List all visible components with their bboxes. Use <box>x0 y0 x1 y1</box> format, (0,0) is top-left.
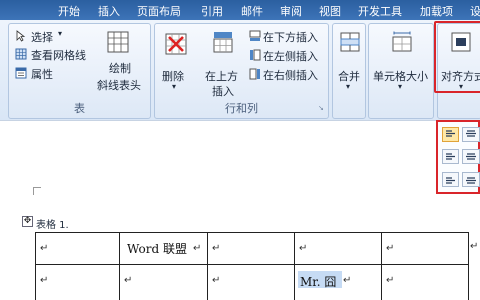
properties-icon <box>15 67 27 79</box>
ribbon: 选择 ▾ 查看网格线 属性 绘制 斜线表头 表 删除 ▾ 在上方 插入 在下方插… <box>0 20 480 120</box>
insert-above-button-line2[interactable]: 插入 <box>212 83 234 99</box>
alignment-dropdown <box>436 120 480 194</box>
table-cell[interactable]: ↵ <box>294 232 382 265</box>
chevron-down-icon: ▾ <box>172 82 177 91</box>
tab-add-ins[interactable]: 加载项 <box>420 3 453 19</box>
table-group: 选择 ▾ 查看网格线 属性 绘制 斜线表头 表 <box>8 23 151 119</box>
align-top-center-button[interactable] <box>462 127 480 142</box>
ribbon-tab-bar: 开始 插入 页面布局 引用 邮件 审阅 视图 开发工具 加载项 设 <box>0 0 480 20</box>
delete-table-icon <box>165 33 187 55</box>
align-middle-left-icon <box>446 153 455 160</box>
select-arrow-icon <box>16 30 26 42</box>
tab-references[interactable]: 引用 <box>201 3 223 19</box>
tab-developer[interactable]: 开发工具 <box>358 3 402 19</box>
table-caption: 表格 1. <box>36 220 69 231</box>
table-cell[interactable]: ↵ <box>35 264 120 300</box>
align-bottom-left-button[interactable] <box>442 172 459 187</box>
table-cell[interactable]: Mr. 囧 ↵ <box>294 264 382 300</box>
table-group-title: 表 <box>74 102 85 115</box>
align-bottom-center-button[interactable] <box>462 172 480 187</box>
table-cell[interactable]: ↵ <box>207 232 295 265</box>
table-cell[interactable]: ↵ <box>119 264 208 300</box>
rows-columns-group: 删除 ▾ 在上方 插入 在下方插入 在左侧插入 在右侧插入 行和列 ↘ <box>154 23 329 119</box>
margin-corner-mark <box>33 187 41 195</box>
table-cell[interactable]: ↵ <box>207 264 295 300</box>
merge-group: 合并 ▾ <box>332 23 366 119</box>
align-bottom-left-icon <box>446 177 455 184</box>
insert-left-icon <box>250 49 261 61</box>
tab-home[interactable]: 开始 <box>58 3 80 19</box>
align-bottom-center-icon <box>466 177 476 184</box>
alignment-highlight <box>434 21 480 93</box>
insert-right-icon <box>249 68 260 80</box>
draw-table-icon <box>107 31 129 53</box>
draw-diagonal-header-button-line2[interactable]: 斜线表头 <box>97 77 141 93</box>
align-top-left-button[interactable] <box>442 127 459 142</box>
table-cell[interactable]: ↵ <box>35 232 120 265</box>
table-cell[interactable]: ↵ <box>381 232 469 265</box>
chevron-down-icon: ▾ <box>58 29 63 38</box>
table-cell[interactable]: ↵ <box>381 264 469 300</box>
properties-button[interactable]: 属性 <box>31 66 53 82</box>
table-cell[interactable]: Word 联盟 ↵ <box>119 232 208 265</box>
tab-view[interactable]: 视图 <box>319 3 341 19</box>
insert-right-button[interactable]: 在右侧插入 <box>263 67 318 83</box>
insert-above-button-line1[interactable]: 在上方 <box>205 68 238 84</box>
align-middle-center-button[interactable] <box>462 149 480 164</box>
tab-mailings[interactable]: 邮件 <box>241 3 263 19</box>
tab-design[interactable]: 设 <box>470 3 480 19</box>
chevron-down-icon: ▾ <box>398 82 403 91</box>
table-move-handle-icon[interactable]: ✥ <box>22 216 33 227</box>
insert-left-button[interactable]: 在左侧插入 <box>263 48 318 64</box>
document-page: ✥ 表格 1. ↵ Word 联盟 ↵ ↵ ↵ ↵ ↵ ↵ ↵ Mr. 囧 ↵ ↵ … <box>0 120 480 300</box>
insert-below-icon <box>249 30 261 41</box>
select-button[interactable]: 选择 <box>31 29 53 45</box>
tab-insert[interactable]: 插入 <box>98 3 120 19</box>
merge-cells-icon <box>340 32 360 52</box>
cell-size-group: 单元格大小 ▾ <box>368 23 434 119</box>
chevron-down-icon: ▾ <box>346 82 351 91</box>
cell-size-icon <box>392 31 412 52</box>
align-middle-left-button[interactable] <box>442 149 459 164</box>
align-middle-center-icon <box>466 153 476 160</box>
align-top-center-icon <box>466 130 476 137</box>
dialog-launcher-icon[interactable]: ↘ <box>318 104 324 112</box>
cell-text-word-union: Word 联盟 <box>127 242 187 256</box>
tab-review[interactable]: 审阅 <box>280 3 302 19</box>
gridlines-icon <box>15 48 27 60</box>
insert-above-icon <box>213 32 233 53</box>
cell-text-mr: Mr. 囧 <box>300 275 337 289</box>
draw-diagonal-header-button-line1[interactable]: 绘制 <box>109 60 131 76</box>
tab-page-layout[interactable]: 页面布局 <box>137 3 181 19</box>
view-gridlines-button[interactable]: 查看网格线 <box>31 47 86 63</box>
align-top-left-icon <box>446 130 455 137</box>
rows-columns-group-title: 行和列 <box>225 102 258 115</box>
row-end-mark: ↵ <box>470 241 479 252</box>
insert-below-button[interactable]: 在下方插入 <box>263 29 318 45</box>
